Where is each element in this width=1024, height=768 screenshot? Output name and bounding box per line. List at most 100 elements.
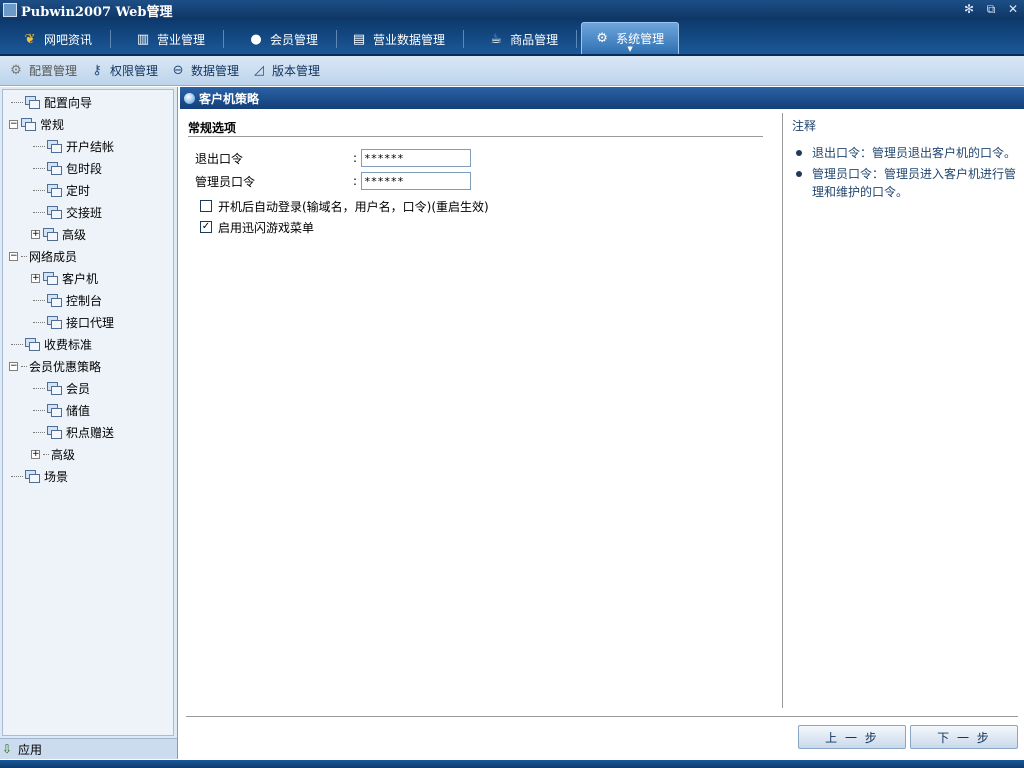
tree-node-label: 交接班	[66, 205, 103, 220]
apply-label: 应用	[18, 742, 43, 757]
tree-node-wizard[interactable]: 配置向导	[11, 91, 92, 113]
gamemenu-checkbox[interactable]: ✓	[200, 221, 212, 233]
tree-node-console[interactable]: 控制台	[33, 289, 102, 311]
panel-header: 客户机策略	[180, 87, 1024, 109]
window-node-icon	[25, 337, 40, 351]
colon: :	[353, 151, 358, 165]
caret-down-icon: ▼	[627, 45, 633, 53]
tree-node-label: 高级	[51, 447, 76, 462]
subtab-permissions-label: 权限管理	[110, 64, 159, 78]
tree-node-shift[interactable]: 交接班	[33, 201, 102, 223]
tree-node-label: 接口代理	[66, 315, 115, 330]
subtab-permissions[interactable]: ⚷ 权限管理	[89, 62, 158, 79]
tab-products[interactable]: ☕ 商品管理	[468, 24, 572, 54]
admin-password-field[interactable]	[361, 172, 471, 190]
tree-node-client[interactable]: + 客户机	[31, 267, 98, 289]
window-node-icon	[25, 95, 40, 109]
main-panel: 客户机策略 常规选项 退出口令 : 管理员口令 : 开机后自动登录(输域名，用户…	[180, 87, 1024, 759]
tab-news-label: 网吧资讯	[44, 32, 93, 47]
tree-node-advanced2[interactable]: + 高级	[31, 443, 75, 465]
expand-icon[interactable]: +	[31, 229, 40, 239]
restore-icon[interactable]: ⧉	[984, 2, 998, 16]
tree-node-advanced[interactable]: + 高级	[31, 223, 86, 245]
tree-node-label: 常规	[40, 117, 65, 132]
notes-title: 注释	[792, 119, 817, 133]
tree-node-label: 场景	[44, 469, 69, 484]
expand-icon[interactable]: +	[31, 449, 40, 459]
next-button[interactable]: 下 一 步	[910, 725, 1018, 749]
subtab-version-label: 版本管理	[272, 64, 321, 78]
tree-node-timed[interactable]: 定时	[33, 179, 90, 201]
tree-node-member-policy[interactable]: − 会员优惠策略	[9, 355, 101, 377]
subtab-data-label: 数据管理	[191, 64, 240, 78]
snowflake-icon[interactable]: ✻	[962, 2, 976, 16]
tree-node-label: 定时	[66, 183, 91, 198]
vertical-divider	[782, 113, 783, 708]
tree-node-label: 储值	[66, 403, 91, 418]
key-icon: ⚷	[92, 63, 102, 78]
window-title: Pubwin2007 Web管理	[21, 4, 173, 20]
collapse-icon[interactable]: −	[9, 251, 18, 261]
tree-line	[33, 167, 45, 169]
autologin-checkbox[interactable]	[200, 200, 212, 212]
tree-line	[11, 475, 23, 477]
subtab-config[interactable]: ⚙ 配置管理	[8, 62, 77, 79]
tree-line	[33, 387, 45, 389]
tab-business[interactable]: ▥ 营业管理	[115, 24, 219, 54]
tree-line	[33, 145, 45, 147]
close-icon[interactable]: ✕	[1006, 2, 1020, 16]
window-node-icon	[47, 139, 62, 153]
tree-line	[11, 343, 23, 345]
collapse-icon[interactable]: −	[9, 119, 18, 129]
window-node-icon	[47, 425, 62, 439]
exit-password-field[interactable]	[361, 149, 471, 167]
apply-button[interactable]: ⇩ 应用	[0, 738, 177, 759]
tab-news[interactable]: ❦ 网吧资讯	[0, 24, 106, 54]
subtab-data[interactable]: ⊖ 数据管理	[170, 62, 239, 79]
tree-node-opening-account[interactable]: 开户结帐	[33, 135, 114, 157]
subtab-version[interactable]: ◿ 版本管理	[251, 62, 320, 79]
tree-node-time-period[interactable]: 包时段	[33, 157, 102, 179]
tree-node-billing[interactable]: 收费标准	[11, 333, 92, 355]
gear-icon: ⚙	[10, 63, 22, 78]
tree-node-points[interactable]: 积点赠送	[33, 421, 114, 443]
gamemenu-label: 启用迅闪游戏菜单	[218, 220, 315, 235]
tree-line	[33, 299, 45, 301]
notes-panel: 注释 退出口令：管理员退出客户机的口令。 管理员口令：管理员进入客户机进行管理和…	[792, 117, 1020, 204]
expand-icon[interactable]: +	[31, 273, 40, 283]
version-icon: ◿	[254, 63, 265, 78]
sidebar: 配置向导 − 常规 开户结帐 包时段 定时 交接班 + 高级 − 网络成员 + …	[0, 87, 178, 759]
tree-node-proxy[interactable]: 接口代理	[33, 311, 114, 333]
tree-node-member[interactable]: 会员	[33, 377, 90, 399]
subtab-config-label: 配置管理	[29, 64, 78, 78]
collapse-icon[interactable]: −	[9, 361, 18, 371]
tree-line	[33, 409, 45, 411]
bullet-icon	[184, 92, 195, 104]
tab-business-data[interactable]: ▤ 营业数据管理	[341, 24, 459, 54]
title-bar: Pubwin2007 Web管理 ✻ ⧉ ✕	[0, 0, 1024, 20]
cup-icon: ☕	[490, 31, 502, 47]
tab-members[interactable]: ● 会员管理	[228, 24, 332, 54]
document-icon: ▤	[352, 31, 366, 47]
tree-node-label: 开户结帐	[66, 139, 115, 154]
tab-system[interactable]: ⚙ 系统管理 ▼	[581, 22, 680, 54]
window-node-icon	[25, 469, 40, 483]
tree-node-network[interactable]: − 网络成员	[9, 245, 77, 267]
tab-members-label: 会员管理	[270, 32, 319, 47]
prev-button[interactable]: 上 一 步	[798, 725, 906, 749]
app-icon	[3, 3, 17, 17]
tree-node-scene[interactable]: 场景	[11, 465, 68, 487]
tree-node-general[interactable]: − 常规	[9, 113, 64, 135]
top-navigation: ❦ 网吧资讯 ▥ 营业管理 ● 会员管理 ▤ 营业数据管理 ☕ 商品管理 ⚙ 系…	[0, 20, 1024, 56]
admin-password-row: 管理员口令 :	[195, 171, 775, 191]
admin-password-label: 管理员口令	[195, 174, 256, 189]
tree-line	[21, 365, 27, 367]
gear-icon: ⚙	[596, 31, 608, 46]
section-title: 常规选项	[188, 119, 763, 137]
config-tree: 配置向导 − 常规 开户结帐 包时段 定时 交接班 + 高级 − 网络成员 + …	[2, 89, 174, 736]
nav-separator	[463, 30, 465, 48]
tree-node-stored-value[interactable]: 储值	[33, 399, 90, 421]
window-node-icon	[47, 403, 62, 417]
tab-system-label: 系统管理	[616, 32, 665, 46]
apply-icon: ⇩	[2, 742, 13, 756]
